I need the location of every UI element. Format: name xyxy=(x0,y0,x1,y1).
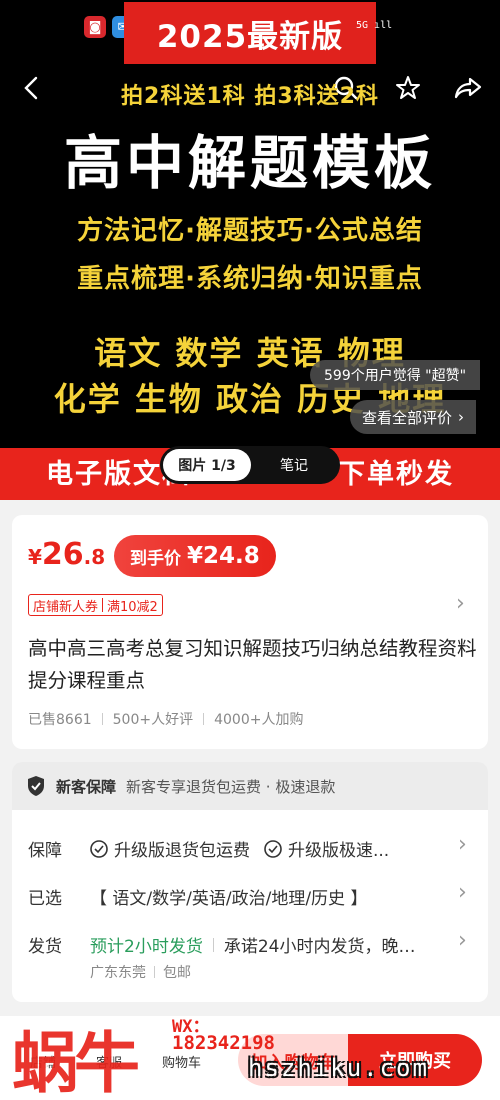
guarantee-item-1: 升级版退货包运费 xyxy=(114,841,250,861)
banner-features-2: 重点梳理·系统归纳·知识重点 xyxy=(77,264,423,294)
guarantee-chevron-icon[interactable]: › xyxy=(458,832,467,857)
cart-button[interactable]: 购物车 xyxy=(162,1052,201,1071)
product-info-card: ¥26.8 到手价 ¥24.8 店铺新人券 满10减2 › 高中高三高考总复习知… xyxy=(12,515,488,749)
shipping-promise: 承诺24小时内发货，晚… xyxy=(223,937,416,957)
currency-symbol: ¥ xyxy=(28,545,42,569)
free-shipping: 包邮 xyxy=(163,965,191,981)
selected-value: 【 语文/数学/英语/政治/地理/历史 】 xyxy=(90,889,368,909)
shipping-chevron-icon[interactable]: › xyxy=(458,928,467,953)
new-customer-title: 新客保障 xyxy=(56,777,117,796)
ship-from-location: 广东东莞 xyxy=(90,965,146,981)
final-price-badge: 到手价 ¥24.8 xyxy=(114,535,276,577)
new-customer-desc: 新客专享退货包运费 · 极速退款 xyxy=(126,777,336,796)
view-all-reviews-label: 查看全部评价 xyxy=(362,408,453,427)
price-decimal: .8 xyxy=(83,545,106,569)
guarantee-item-2: 升级版极速... xyxy=(288,841,390,861)
year-badge: 2025最新版 xyxy=(124,2,376,64)
divider xyxy=(101,713,103,725)
coupon-chevron-icon[interactable]: › xyxy=(456,591,465,616)
product-title: 高中高三高考总复习知识解题技巧归纳总结教程资料提分课程重点 xyxy=(28,637,477,692)
price-integer: 26 xyxy=(41,537,84,572)
view-all-reviews-button[interactable]: 查看全部评价 › xyxy=(350,400,477,434)
price: ¥26.8 xyxy=(28,537,105,572)
divider xyxy=(203,713,205,725)
shield-check-icon xyxy=(28,776,44,796)
divider xyxy=(154,966,155,978)
coupon-amount: 满10减2 xyxy=(107,599,158,615)
service-card: 新客保障 新客专享退货包运费 · 极速退款 保障 升级版退货包运费 升级版极速.… xyxy=(12,762,488,1002)
check-circle-icon xyxy=(264,839,282,858)
selected-chevron-icon[interactable]: › xyxy=(458,880,467,905)
check-circle-icon xyxy=(90,839,108,858)
cart-add-count: 4000+人加购 xyxy=(214,712,304,728)
guarantee-label: 保障 xyxy=(28,841,62,861)
banner-title: 高中解题模板 xyxy=(63,129,436,197)
selected-label: 已选 xyxy=(28,889,62,909)
guarantee-row[interactable]: 保障 升级版退货包运费 升级版极速... xyxy=(28,836,389,861)
watermark-site: hszhiku.com xyxy=(248,1054,429,1082)
divider xyxy=(212,937,214,952)
signal-indicator: 5G ıll xyxy=(356,20,393,31)
selected-option-row[interactable]: 已选 【 语文/数学/英语/政治/地理/历史 】 xyxy=(28,884,367,909)
new-customer-banner[interactable]: 新客保障 新客专享退货包运费 · 极速退款 xyxy=(12,762,488,810)
promo-text: 拍2科送1科 拍3科送2科 xyxy=(121,84,379,109)
tab-images[interactable]: 图片 1/3 xyxy=(163,449,251,481)
shipping-details: 广东东莞 包邮 xyxy=(90,962,191,982)
coupon-tag[interactable]: 店铺新人券 满10减2 xyxy=(28,594,163,616)
watermark-number: 182342198 xyxy=(172,1032,275,1054)
watermark-logo: 蜗牛 xyxy=(12,1025,140,1100)
media-tabs: 图片 1/3 笔记 xyxy=(160,446,340,484)
banner-features-1: 方法记忆·解题技巧·公式总结 xyxy=(77,216,423,246)
shipping-row[interactable]: 发货 预计2小时发货 承诺24小时内发货，晚… xyxy=(28,932,415,957)
chevron-right-icon: › xyxy=(458,408,465,426)
strip-right-text: 下单秒发 xyxy=(338,459,454,490)
good-review-count: 500+人好评 xyxy=(112,712,194,728)
shipping-eta: 预计2小时发货 xyxy=(90,937,203,957)
final-price-value: ¥24.8 xyxy=(187,543,260,569)
app-notification-icon: ◙ xyxy=(84,16,106,38)
product-image-gallery[interactable]: ◙ ✉ ▣ ◉ 2025最新版 5G ıll 拍2科送1科 拍3科送2科 高中解… xyxy=(0,0,500,448)
shipping-label: 发货 xyxy=(28,937,62,957)
sales-stats: 已售8661 500+人好评 4000+人加购 xyxy=(28,709,303,729)
coupon-type: 店铺新人券 xyxy=(33,599,99,615)
final-price-label: 到手价 xyxy=(130,548,181,569)
tab-notes[interactable]: 笔记 xyxy=(251,455,337,475)
praise-count-badge: 599个用户觉得 "超赞" xyxy=(310,360,481,390)
sold-count: 已售8661 xyxy=(28,712,92,728)
